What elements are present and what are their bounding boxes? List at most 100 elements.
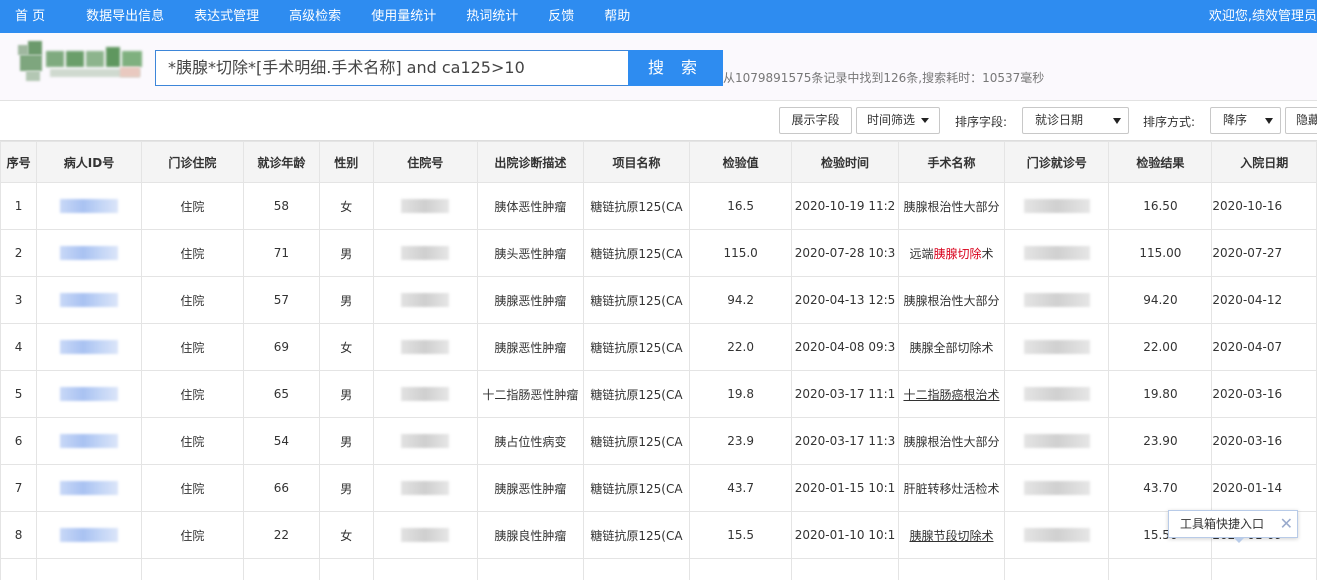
table-cell-value: 94.2: [689, 276, 793, 324]
patient-id-cell: [36, 511, 142, 559]
nav-advanced-search[interactable]: 高级检索: [274, 0, 356, 33]
redacted-value[interactable]: [59, 528, 118, 543]
caret-down-icon: [921, 118, 929, 123]
table-cell-surgery: 远端胰腺切除术: [897, 229, 1006, 277]
redacted-value[interactable]: [59, 434, 118, 449]
table-cell-sex: 女: [318, 511, 374, 559]
table-cell-sex: 女: [318, 182, 374, 230]
close-icon[interactable]: ✕: [1280, 511, 1293, 537]
nav-expression-manage[interactable]: 表达式管理: [179, 0, 274, 33]
table-cell-partial: [318, 558, 374, 580]
table-row[interactable]: 1 住院 58 女 胰体恶性肿瘤 糖链抗原125(CA 16.5 2020-10-19 11:…: [0, 182, 1317, 230]
column-header[interactable]: 门诊就诊号: [1004, 141, 1110, 183]
column-header[interactable]: 检验值: [689, 141, 793, 183]
table-cell-value: 23.9: [689, 417, 793, 465]
table-row[interactable]: 7 住院 66 男 胰腺恶性肿瘤 糖链抗原125(CA 43.7 2020-01-15 10:…: [0, 464, 1317, 512]
table-cell-result: 22.00: [1108, 323, 1213, 371]
table-row[interactable]: 2 住院 71 男 胰头恶性肿瘤 糖链抗原125(CA 115.0 2020-07-28 10…: [0, 229, 1317, 277]
table-row[interactable]: 3 住院 57 男 胰腺恶性肿瘤 糖链抗原125(CA 94.2 2020-04-13 12:…: [0, 276, 1317, 324]
redacted-value: [401, 340, 450, 355]
table-cell-admit: 2020-04-07: [1211, 323, 1317, 371]
outpatient-no-cell: [1004, 276, 1110, 324]
column-header[interactable]: 手术名称: [897, 141, 1006, 183]
column-header[interactable]: 出院诊断描述: [476, 141, 584, 183]
column-header[interactable]: 检验时间: [791, 141, 899, 183]
table-cell-surgery: 胰腺根治性大部分: [897, 417, 1006, 465]
surgery-name: 胰腺节段切除术: [909, 528, 994, 543]
table-cell-partial: [140, 558, 244, 580]
column-header[interactable]: 住院号: [372, 141, 478, 183]
table-cell-age: 22: [242, 511, 320, 559]
sort-order-value: 降序: [1223, 113, 1248, 127]
inpatient-no-cell: [372, 464, 478, 512]
table-row[interactable]: 5 住院 65 男 十二指肠恶性肿瘤 糖链抗原125(CA 19.8 2020-03-17 1…: [0, 370, 1317, 418]
patient-id-cell: [36, 323, 142, 371]
sort-field-select[interactable]: 就诊日期: [1022, 107, 1129, 134]
inpatient-no-cell: [372, 417, 478, 465]
table-cell-result: 23.90: [1108, 417, 1213, 465]
table-row[interactable]: [0, 558, 1317, 580]
redacted-value[interactable]: [59, 246, 118, 261]
table-cell-partial: [897, 558, 1006, 580]
table-cell-no: 1: [0, 182, 38, 230]
time-filter-button[interactable]: 时间筛选: [856, 107, 940, 134]
surgery-name: 十二指肠癌根治术: [903, 387, 1000, 402]
table-cell-time: 2020-01-15 10:1: [791, 464, 899, 512]
sort-order-select[interactable]: 降序: [1210, 107, 1281, 134]
search-header: *胰腺*切除*[手术明细.手术名称] and ca125>10 搜 索 从107…: [0, 33, 1317, 101]
search-button[interactable]: 搜 索: [628, 50, 723, 86]
table-cell-time: 2020-03-17 11:3: [791, 417, 899, 465]
table-cell-sex: 男: [318, 417, 374, 465]
table-cell-admit: 2020-01-14: [1211, 464, 1317, 512]
caret-down-icon: [1113, 118, 1121, 124]
redacted-value: [1023, 434, 1090, 449]
table-cell-surgery: 胰腺全部切除术: [897, 323, 1006, 371]
nav-feedback[interactable]: 反馈: [533, 0, 589, 33]
surgery-name: 胰腺全部切除术: [909, 340, 994, 355]
nav-usage-stats[interactable]: 使用量统计: [356, 0, 451, 33]
outpatient-no-cell: [1004, 417, 1110, 465]
patient-id-cell: [36, 229, 142, 277]
table-cell-partial: [791, 558, 899, 580]
table-cell-type: 住院: [140, 229, 244, 277]
nav-home[interactable]: 首 页: [0, 0, 71, 33]
table-cell-diag: 胰头恶性肿瘤: [476, 229, 584, 277]
column-header[interactable]: 病人ID号: [36, 141, 142, 183]
show-fields-button[interactable]: 展示字段: [779, 107, 852, 134]
patient-id-cell: [36, 417, 142, 465]
redacted-value[interactable]: [59, 293, 118, 308]
column-header[interactable]: 性别: [318, 141, 374, 183]
nav-hotword-stats[interactable]: 热词统计: [451, 0, 533, 33]
table-cell-diag: 胰腺恶性肿瘤: [476, 323, 584, 371]
table-cell-value: 22.0: [689, 323, 793, 371]
column-header[interactable]: 门诊住院: [140, 141, 244, 183]
outpatient-no-cell: [1004, 229, 1110, 277]
redacted-value[interactable]: [59, 199, 118, 214]
redacted-value[interactable]: [59, 481, 118, 496]
nav-help[interactable]: 帮助: [589, 0, 645, 33]
table-row[interactable]: 8 住院 22 女 胰腺良性肿瘤 糖链抗原125(CA 15.5 2020-01-10 10:…: [0, 511, 1317, 559]
search-input[interactable]: *胰腺*切除*[手术明细.手术名称] and ca125>10: [155, 50, 629, 86]
nav-data-export[interactable]: 数据导出信息: [71, 0, 179, 33]
outpatient-no-cell: [1004, 511, 1110, 559]
toolbox-shortcut-tooltip[interactable]: 工具箱快捷入口 ✕: [1168, 510, 1298, 543]
table-cell-admit: 2020-03-16: [1211, 417, 1317, 465]
redacted-value[interactable]: [59, 387, 118, 402]
redacted-value[interactable]: [59, 340, 118, 355]
inpatient-no-cell: [372, 370, 478, 418]
patient-id-cell: [36, 370, 142, 418]
column-header[interactable]: 就诊年龄: [242, 141, 320, 183]
column-header[interactable]: 项目名称: [582, 141, 691, 183]
hide-button[interactable]: 隐藏: [1285, 107, 1317, 134]
column-header[interactable]: 入院日期: [1211, 141, 1317, 183]
table-cell-surgery: 胰腺根治性大部分: [897, 276, 1006, 324]
table-cell-sex: 男: [318, 276, 374, 324]
table-cell-item: 糖链抗原125(CA: [582, 229, 691, 277]
column-header[interactable]: 序号: [0, 141, 38, 183]
table-cell-age: 65: [242, 370, 320, 418]
column-header[interactable]: 检验结果: [1108, 141, 1213, 183]
table-row[interactable]: 4 住院 69 女 胰腺恶性肿瘤 糖链抗原125(CA 22.0 2020-04-08 09:…: [0, 323, 1317, 371]
table-row[interactable]: 6 住院 54 男 胰占位性病变 糖链抗原125(CA 23.9 2020-03-17 11:…: [0, 417, 1317, 465]
table-header-row: 序号 病人ID号 门诊住院 就诊年龄 性别 住院号 出院诊断描述 项目名称 检验…: [0, 141, 1317, 183]
table-cell-sex: 男: [318, 229, 374, 277]
